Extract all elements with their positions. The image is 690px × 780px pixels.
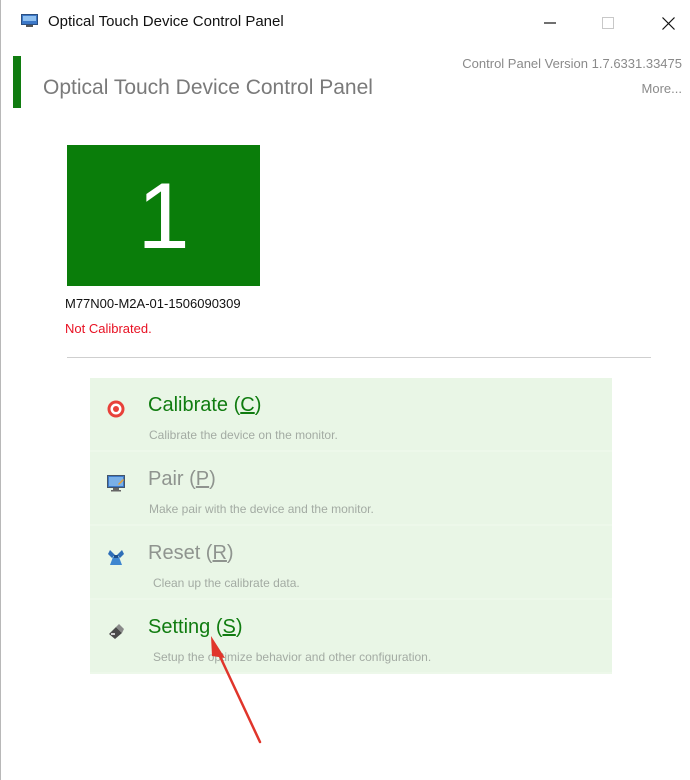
target-icon [105,398,127,420]
reset-label: Reset (R) [148,542,234,564]
device-status: Not Calibrated. [65,321,152,336]
reset-item[interactable]: Reset (R) Clean up the calibrate data. [90,526,612,598]
close-icon [661,16,675,30]
close-button[interactable] [645,6,690,40]
pair-label: Pair (P) [148,468,216,490]
settings-icon [105,620,127,642]
minimize-button[interactable] [527,6,573,40]
title-bar[interactable]: Optical Touch Device Control Panel [1,0,690,46]
pair-item[interactable]: Pair (P) Make pair with the device and t… [90,452,612,524]
reset-description: Clean up the calibrate data. [153,576,300,590]
more-link[interactable]: More... [642,81,682,96]
monitor-icon [105,472,127,494]
minimize-icon [544,22,556,24]
divider [67,357,651,358]
calibrate-label: Calibrate (C) [148,394,262,416]
device-tile[interactable]: 1 [67,145,260,286]
device-id: M77N00-M2A-01-1506090309 [65,296,241,311]
control-panel-window: Optical Touch Device Control Panel Optic… [0,0,690,780]
page-title: Optical Touch Device Control Panel [43,76,373,99]
window-title: Optical Touch Device Control Panel [48,13,284,30]
setting-label: Setting (S) [148,616,243,638]
version-label: Control Panel Version 1.7.6331.33475 [462,56,682,71]
maximize-button[interactable] [585,6,631,40]
pair-description: Make pair with the device and the monito… [149,502,374,516]
device-number: 1 [137,162,190,268]
calibrate-description: Calibrate the device on the monitor. [149,428,338,442]
reset-icon [105,546,127,568]
setting-description: Setup the optimize behavior and other co… [153,650,432,664]
maximize-icon [602,17,614,29]
app-icon [21,14,38,27]
header-accent-bar [13,56,21,108]
calibrate-item[interactable]: Calibrate (C) Calibrate the device on th… [90,378,612,450]
setting-item[interactable]: Setting (S) Setup the optimize behavior … [90,600,612,672]
